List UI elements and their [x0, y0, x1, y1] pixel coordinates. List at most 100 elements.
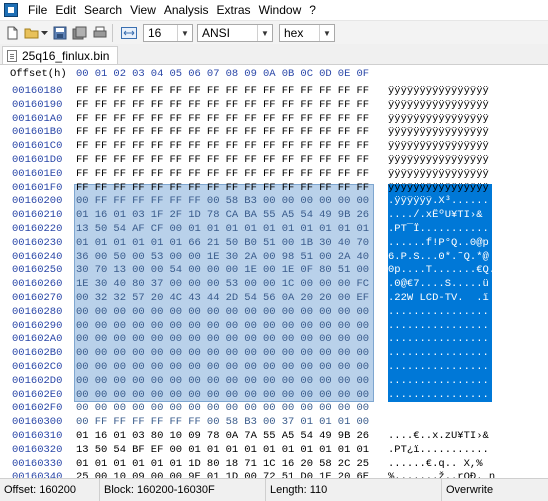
- hex-byte[interactable]: 00: [300, 375, 313, 387]
- hex-byte[interactable]: 20: [300, 458, 313, 470]
- hex-byte[interactable]: FF: [170, 140, 183, 152]
- hex-byte[interactable]: 00: [170, 361, 183, 373]
- hex-byte[interactable]: FF: [319, 168, 332, 180]
- hex-byte[interactable]: 01: [113, 458, 126, 470]
- hex-byte[interactable]: FF: [76, 113, 89, 125]
- hex-byte[interactable]: 20: [319, 292, 332, 304]
- hex-byte[interactable]: 00: [282, 361, 295, 373]
- hex-byte[interactable]: 00: [357, 402, 370, 414]
- hex-byte[interactable]: FF: [170, 168, 183, 180]
- hex-byte[interactable]: 16: [282, 458, 295, 470]
- hex-byte[interactable]: 00: [76, 292, 89, 304]
- hex-byte[interactable]: 00: [188, 347, 201, 359]
- hex-byte[interactable]: 32: [113, 292, 126, 304]
- hex-byte[interactable]: 00: [319, 333, 332, 345]
- hex-byte[interactable]: 00: [188, 402, 201, 414]
- hex-byte[interactable]: 00: [207, 264, 220, 276]
- hex-byte[interactable]: BF: [132, 444, 145, 456]
- hex-byte[interactable]: FF: [357, 85, 370, 97]
- open-dropdown-icon[interactable]: [40, 25, 48, 41]
- hex-byte[interactable]: 00: [207, 320, 220, 332]
- hex-byte[interactable]: 00: [263, 333, 276, 345]
- hex-byte[interactable]: 00: [207, 195, 220, 207]
- hex-byte[interactable]: FF: [207, 140, 220, 152]
- hex-byte[interactable]: 00: [188, 278, 201, 290]
- hex-byte[interactable]: FF: [244, 154, 257, 166]
- hex-byte[interactable]: FF: [244, 99, 257, 111]
- ascii-text[interactable]: .ÿÿÿÿÿÿ.X³......: [388, 195, 496, 207]
- hex-byte[interactable]: 00: [338, 402, 351, 414]
- hex-byte[interactable]: 9E: [188, 471, 201, 478]
- ascii-text[interactable]: 0p....T.......€Q.: [388, 264, 496, 276]
- hex-byte[interactable]: 00: [76, 389, 89, 401]
- hex-byte[interactable]: FF: [244, 126, 257, 138]
- hex-byte[interactable]: 10: [113, 471, 126, 478]
- hex-byte[interactable]: FF: [226, 140, 239, 152]
- hex-byte[interactable]: 7A: [244, 430, 257, 442]
- hex-byte[interactable]: 01: [151, 458, 164, 470]
- menu-extras[interactable]: Extras: [213, 0, 255, 20]
- hex-byte[interactable]: 00: [319, 389, 332, 401]
- hex-byte[interactable]: 00: [226, 361, 239, 373]
- hex-byte[interactable]: 00: [338, 375, 351, 387]
- hex-byte[interactable]: FF: [113, 140, 126, 152]
- ascii-text[interactable]: .0@€7....S.....ü: [388, 278, 496, 290]
- hex-byte[interactable]: FF: [319, 182, 332, 194]
- hex-byte[interactable]: 50: [226, 237, 239, 249]
- hex-byte[interactable]: 01: [300, 416, 313, 428]
- hex-byte[interactable]: 55: [263, 430, 276, 442]
- hex-byte[interactable]: FF: [188, 195, 201, 207]
- hex-byte[interactable]: 00: [282, 347, 295, 359]
- hex-byte[interactable]: 00: [226, 264, 239, 276]
- hex-byte[interactable]: FF: [132, 416, 145, 428]
- hex-byte[interactable]: 00: [319, 278, 332, 290]
- hex-byte[interactable]: 00: [113, 389, 126, 401]
- hex-byte[interactable]: 00: [282, 320, 295, 332]
- hex-byte[interactable]: FF: [188, 416, 201, 428]
- hex-byte[interactable]: 00: [188, 306, 201, 318]
- hex-byte[interactable]: 00: [319, 195, 332, 207]
- hex-byte[interactable]: 00: [151, 361, 164, 373]
- hex-byte[interactable]: CA: [226, 209, 239, 221]
- hex-byte[interactable]: 00: [300, 361, 313, 373]
- hex-byte[interactable]: 00: [207, 306, 220, 318]
- hex-byte[interactable]: 00: [357, 195, 370, 207]
- hex-byte[interactable]: 00: [263, 416, 276, 428]
- ascii-text[interactable]: ....€..x.zU¥TI›&: [388, 430, 496, 442]
- ascii-text[interactable]: %.......ž..rQÐ. n: [388, 471, 496, 478]
- hex-byte[interactable]: 2C: [338, 458, 351, 470]
- hex-byte[interactable]: 00: [263, 347, 276, 359]
- hex-byte[interactable]: FF: [132, 195, 145, 207]
- hex-byte[interactable]: 6E: [357, 471, 370, 478]
- hex-byte[interactable]: FF: [319, 113, 332, 125]
- hex-byte[interactable]: 13: [113, 264, 126, 276]
- hex-byte[interactable]: FF: [207, 99, 220, 111]
- hex-byte[interactable]: 13: [76, 444, 89, 456]
- hex-byte[interactable]: 01: [188, 444, 201, 456]
- hex-byte[interactable]: FF: [151, 99, 164, 111]
- hex-byte[interactable]: 00: [151, 402, 164, 414]
- ascii-text[interactable]: ................: [388, 320, 496, 332]
- hex-byte[interactable]: 20: [151, 292, 164, 304]
- hex-byte[interactable]: 43: [188, 292, 201, 304]
- hex-byte[interactable]: 37: [151, 278, 164, 290]
- hex-byte[interactable]: 00: [338, 195, 351, 207]
- menu-edit[interactable]: Edit: [51, 0, 80, 20]
- hex-byte[interactable]: 00: [95, 251, 108, 263]
- hex-byte[interactable]: FF: [207, 154, 220, 166]
- hex-byte[interactable]: FF: [113, 154, 126, 166]
- hex-byte[interactable]: 00: [226, 333, 239, 345]
- hex-byte[interactable]: FF: [188, 140, 201, 152]
- hex-byte[interactable]: 54: [300, 430, 313, 442]
- hex-byte[interactable]: FF: [226, 126, 239, 138]
- hex-byte[interactable]: 00: [113, 361, 126, 373]
- hex-byte[interactable]: FF: [151, 140, 164, 152]
- ascii-text[interactable]: ÿÿÿÿÿÿÿÿÿÿÿÿÿÿÿÿ: [388, 113, 496, 125]
- hex-byte[interactable]: 00: [95, 471, 108, 478]
- hex-byte[interactable]: 00: [188, 333, 201, 345]
- hex-byte[interactable]: 00: [282, 333, 295, 345]
- hex-byte[interactable]: 01: [244, 444, 257, 456]
- hex-byte[interactable]: FF: [357, 113, 370, 125]
- hex-byte[interactable]: FF: [151, 416, 164, 428]
- ascii-text[interactable]: ................: [388, 306, 496, 318]
